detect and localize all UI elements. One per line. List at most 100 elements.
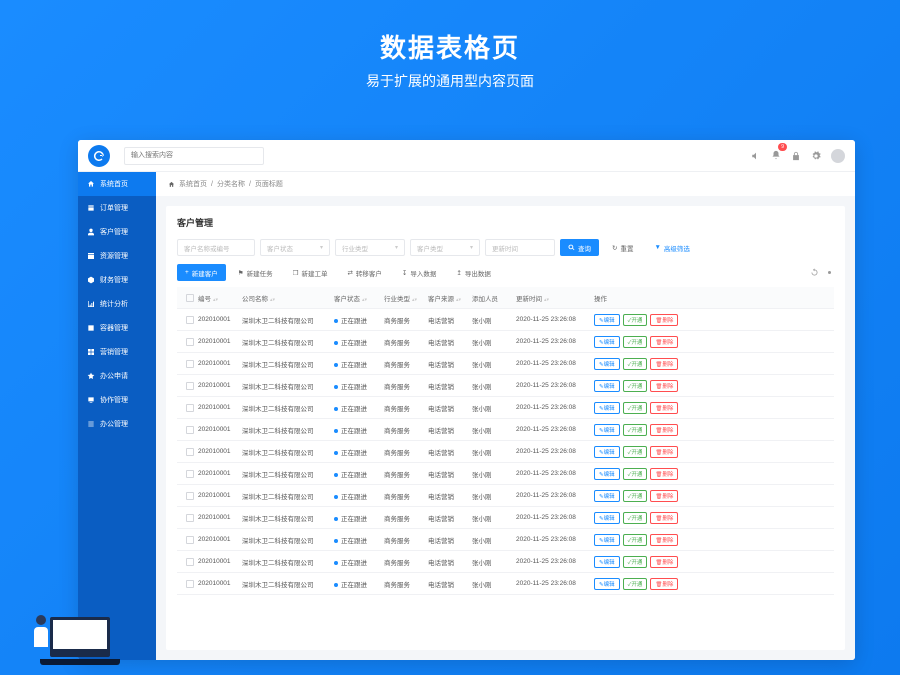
row-checkbox[interactable]: [186, 338, 194, 346]
edit-button[interactable]: ✎编辑: [594, 358, 620, 370]
row-checkbox[interactable]: [186, 360, 194, 368]
sidebar-item[interactable]: 财务管理: [78, 268, 156, 292]
edit-button[interactable]: ✎编辑: [594, 578, 620, 590]
refresh-icon[interactable]: [810, 268, 819, 277]
lock-icon[interactable]: [791, 151, 801, 161]
cell-company[interactable]: 深圳木卫二科技有限公司: [239, 425, 331, 435]
row-checkbox[interactable]: [186, 426, 194, 434]
delete-button[interactable]: 🗑删除: [650, 490, 678, 502]
sidebar-item[interactable]: 资源管理: [78, 244, 156, 268]
new-customer-button[interactable]: + 新建客户: [177, 264, 226, 281]
filter-industry-select[interactable]: 行业类型▾: [335, 239, 405, 256]
row-checkbox[interactable]: [186, 316, 194, 324]
cell-company[interactable]: 深圳木卫二科技有限公司: [239, 403, 331, 413]
sidebar-item[interactable]: 办公管理: [78, 412, 156, 436]
delete-button[interactable]: 🗑删除: [650, 446, 678, 458]
breadcrumb-item[interactable]: 系统首页: [179, 179, 207, 189]
delete-button[interactable]: 🗑删除: [650, 424, 678, 436]
delete-button[interactable]: 🗑删除: [650, 556, 678, 568]
open-button[interactable]: ✓开通: [623, 556, 648, 568]
delete-button[interactable]: 🗑删除: [650, 314, 678, 326]
cell-company[interactable]: 深圳木卫二科技有限公司: [239, 447, 331, 457]
delete-button[interactable]: 🗑删除: [650, 380, 678, 392]
cell-company[interactable]: 深圳木卫二科技有限公司: [239, 535, 331, 545]
delete-button[interactable]: 🗑删除: [650, 512, 678, 524]
open-button[interactable]: ✓开通: [623, 512, 648, 524]
delete-button[interactable]: 🗑删除: [650, 534, 678, 546]
sort-icon[interactable]: ▴▾: [456, 297, 461, 303]
open-button[interactable]: ✓开通: [623, 424, 648, 436]
cell-company[interactable]: 深圳木卫二科技有限公司: [239, 359, 331, 369]
cell-company[interactable]: 深圳木卫二科技有限公司: [239, 557, 331, 567]
search-button[interactable]: 查询: [560, 239, 599, 256]
open-button[interactable]: ✓开通: [623, 358, 648, 370]
edit-button[interactable]: ✎编辑: [594, 380, 620, 392]
open-button[interactable]: ✓开通: [623, 490, 648, 502]
cell-company[interactable]: 深圳木卫二科技有限公司: [239, 315, 331, 325]
filter-status-select[interactable]: 客户状态▾: [260, 239, 330, 256]
row-checkbox[interactable]: [186, 536, 194, 544]
edit-button[interactable]: ✎编辑: [594, 314, 620, 326]
row-checkbox[interactable]: [186, 580, 194, 588]
filter-date-input[interactable]: 更新时间: [485, 239, 555, 256]
delete-button[interactable]: 🗑删除: [650, 336, 678, 348]
open-button[interactable]: ✓开通: [623, 578, 648, 590]
sort-icon[interactable]: ▴▾: [544, 297, 549, 303]
settings-icon[interactable]: [825, 268, 834, 277]
advanced-filter-button[interactable]: ▼ 高级筛选: [646, 239, 697, 256]
reset-button[interactable]: ↻ 重置: [604, 239, 641, 256]
cell-company[interactable]: 深圳木卫二科技有限公司: [239, 469, 331, 479]
logo-icon[interactable]: [88, 145, 110, 167]
row-checkbox[interactable]: [186, 492, 194, 500]
edit-button[interactable]: ✎编辑: [594, 336, 620, 348]
filter-name-input[interactable]: 客户名称或编号: [177, 239, 255, 256]
edit-button[interactable]: ✎编辑: [594, 402, 620, 414]
cell-company[interactable]: 深圳木卫二科技有限公司: [239, 579, 331, 589]
sidebar-item[interactable]: 系统首页: [78, 172, 156, 196]
sort-icon[interactable]: ▴▾: [362, 297, 367, 303]
import-button[interactable]: ↧ 导入数据: [394, 264, 444, 281]
delete-button[interactable]: 🗑删除: [650, 468, 678, 480]
delete-button[interactable]: 🗑删除: [650, 402, 678, 414]
sidebar-item[interactable]: 订单管理: [78, 196, 156, 220]
edit-button[interactable]: ✎编辑: [594, 424, 620, 436]
edit-button[interactable]: ✎编辑: [594, 446, 620, 458]
sound-icon[interactable]: [751, 151, 761, 161]
open-button[interactable]: ✓开通: [623, 380, 648, 392]
new-task-button[interactable]: ⚑ 新建任务: [230, 264, 281, 281]
transfer-button[interactable]: ⇄ 转移客户: [339, 264, 389, 281]
sort-icon[interactable]: ▴▾: [270, 297, 275, 303]
row-checkbox[interactable]: [186, 514, 194, 522]
sidebar-item[interactable]: 统计分析: [78, 292, 156, 316]
select-all-checkbox[interactable]: [186, 294, 194, 302]
export-button[interactable]: ↥ 导出数据: [448, 264, 498, 281]
new-ticket-button[interactable]: ❒ 新建工单: [285, 264, 336, 281]
edit-button[interactable]: ✎编辑: [594, 468, 620, 480]
open-button[interactable]: ✓开通: [623, 534, 648, 546]
row-checkbox[interactable]: [186, 470, 194, 478]
open-button[interactable]: ✓开通: [623, 446, 648, 458]
open-button[interactable]: ✓开通: [623, 336, 648, 348]
sidebar-item[interactable]: 协作管理: [78, 388, 156, 412]
edit-button[interactable]: ✎编辑: [594, 556, 620, 568]
sidebar-item[interactable]: 营销管理: [78, 340, 156, 364]
breadcrumb-item[interactable]: 分类名称: [217, 179, 245, 189]
sidebar-item[interactable]: 客户管理: [78, 220, 156, 244]
cell-company[interactable]: 深圳木卫二科技有限公司: [239, 513, 331, 523]
global-search-input[interactable]: [124, 147, 264, 165]
sort-icon[interactable]: ▴▾: [213, 297, 218, 303]
row-checkbox[interactable]: [186, 382, 194, 390]
open-button[interactable]: ✓开通: [623, 314, 648, 326]
row-checkbox[interactable]: [186, 448, 194, 456]
sort-icon[interactable]: ▴▾: [412, 297, 417, 303]
edit-button[interactable]: ✎编辑: [594, 534, 620, 546]
cell-company[interactable]: 深圳木卫二科技有限公司: [239, 381, 331, 391]
sidebar-item[interactable]: 容器管理: [78, 316, 156, 340]
filter-type-select[interactable]: 客户类型▾: [410, 239, 480, 256]
edit-button[interactable]: ✎编辑: [594, 490, 620, 502]
open-button[interactable]: ✓开通: [623, 468, 648, 480]
open-button[interactable]: ✓开通: [623, 402, 648, 414]
delete-button[interactable]: 🗑删除: [650, 578, 678, 590]
cell-company[interactable]: 深圳木卫二科技有限公司: [239, 491, 331, 501]
edit-button[interactable]: ✎编辑: [594, 512, 620, 524]
